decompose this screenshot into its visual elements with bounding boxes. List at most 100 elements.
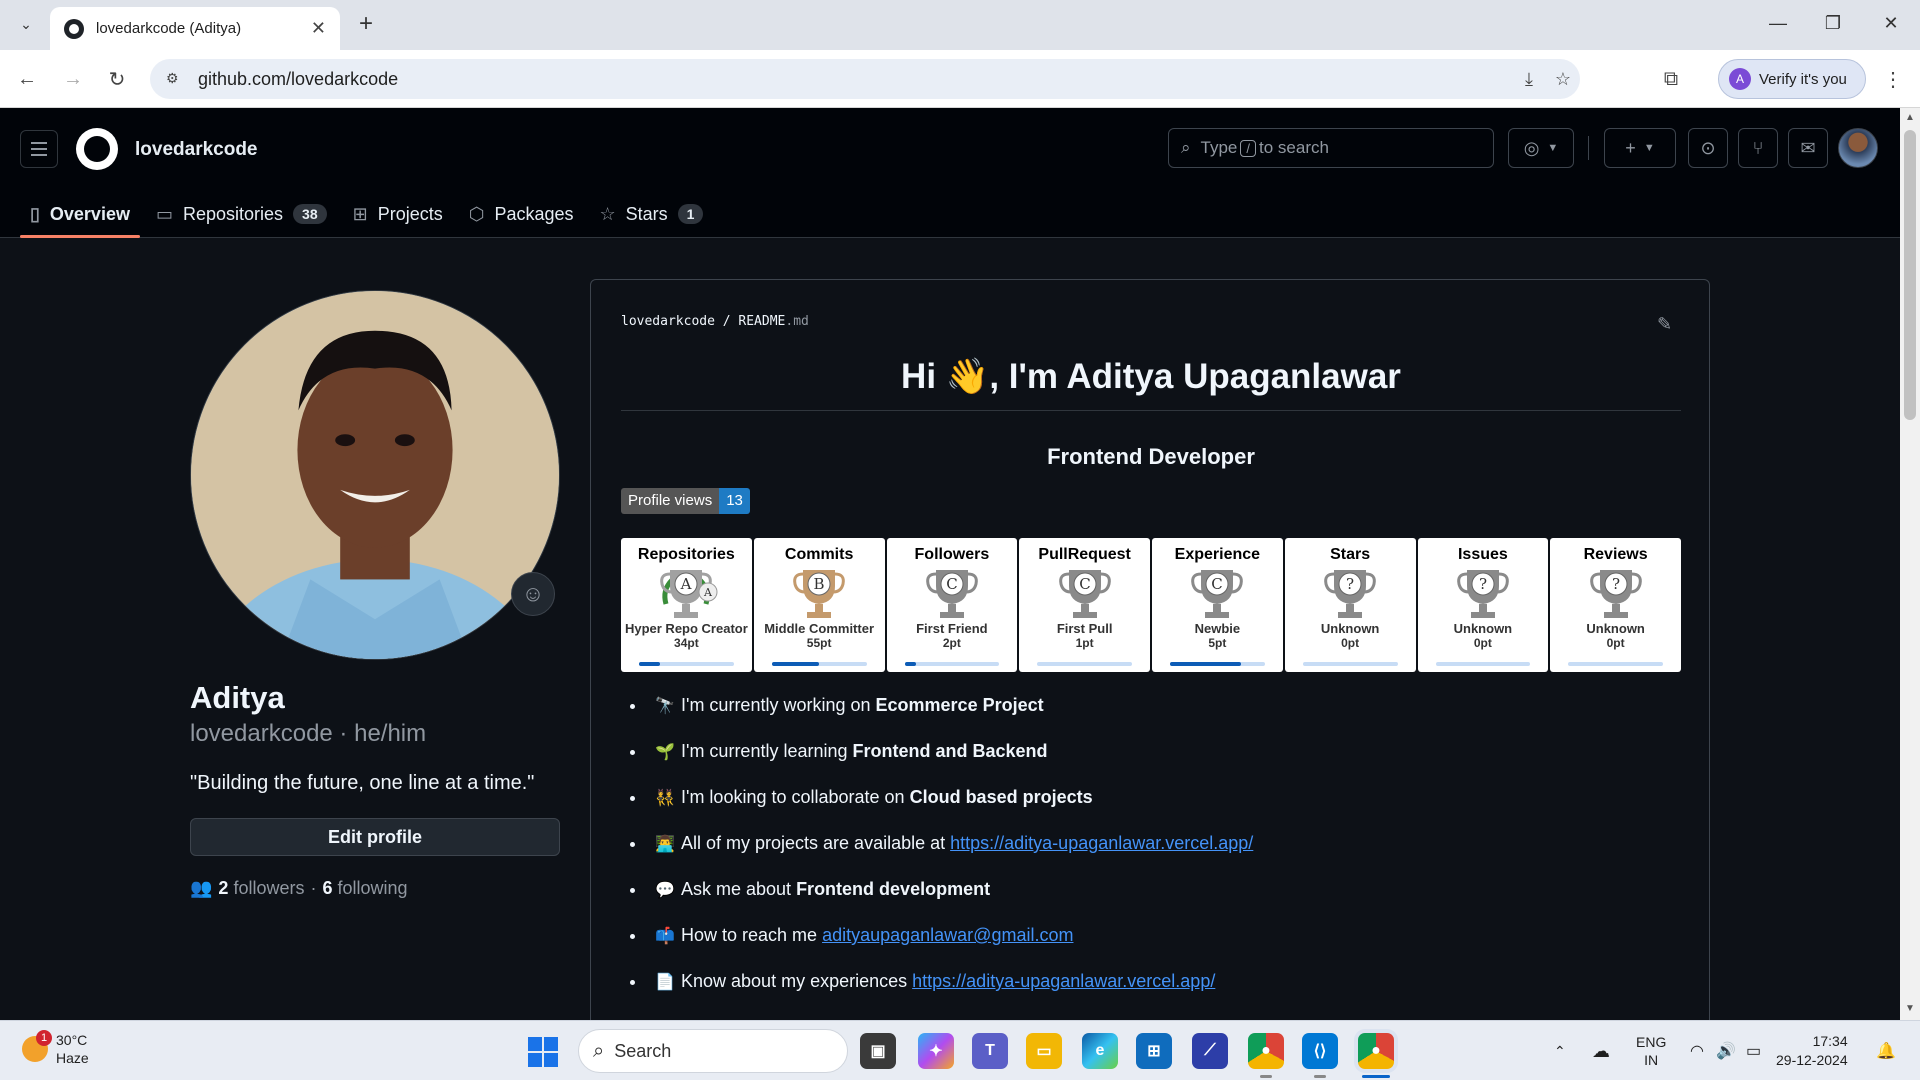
windows-taskbar: 1 30°C Haze ⌕ Search ▣ ✦ T ▭ e ⊞ ⟋ ● ⟨⟩ …	[0, 1020, 1920, 1080]
tab-search-icon[interactable]: ⌄	[12, 10, 40, 38]
tab-packages[interactable]: ⬡ Packages	[459, 190, 584, 238]
profile-login: lovedarkcode · he/him	[190, 720, 427, 747]
table-icon: ⊞	[352, 203, 368, 224]
readme-ext: .md	[785, 314, 809, 329]
trophy-card: Commits B Middle Committer 55pt	[753, 538, 885, 672]
issues-icon[interactable]: ⊙	[1688, 128, 1728, 168]
repositories-count: 38	[293, 204, 327, 224]
extensions-icon[interactable]: ⧉	[1656, 64, 1686, 94]
readme-owner-link[interactable]: lovedarkcode	[621, 314, 715, 329]
scroll-down-icon[interactable]: ▼	[1905, 1003, 1915, 1014]
chrome-icon[interactable]: ●	[1248, 1033, 1284, 1069]
tab-label: Repositories	[182, 203, 284, 224]
github-favicon-icon	[64, 18, 84, 39]
trophy-rank-letter: ?	[1346, 575, 1354, 593]
site-info-icon[interactable]: ⚙	[166, 70, 184, 88]
list-highlight: Frontend development	[796, 879, 991, 899]
github-header: lovedarkcode ⌕ Type / to search ◎ ▼ + ▼ ⊙ ⑂ …	[0, 108, 1900, 238]
list-link[interactable]: https://aditya-upaganlawar.vercel.app/	[912, 971, 1215, 991]
copilot-app-icon[interactable]: ✦	[918, 1033, 954, 1069]
minimize-icon[interactable]: —	[1763, 8, 1793, 38]
restore-icon[interactable]: ❐	[1818, 8, 1848, 38]
close-tab-icon[interactable]: ✕	[311, 18, 326, 39]
trophy-rank: Hyper Repo Creator	[624, 621, 748, 636]
back-icon[interactable]: ←	[12, 64, 42, 94]
weather-widget[interactable]: 1 30°C Haze	[22, 1030, 89, 1067]
header-username[interactable]: lovedarkcode	[135, 139, 258, 161]
tab-projects[interactable]: ⊞ Projects	[343, 190, 453, 238]
readme-list-item: 👨‍💻 All of my projects are available at h…	[647, 832, 1253, 878]
edit-profile-button[interactable]: Edit profile	[190, 818, 560, 856]
store-icon[interactable]: ⊞	[1136, 1033, 1172, 1069]
tab-overview[interactable]: ▯ Overview	[20, 190, 140, 238]
teams-icon[interactable]: T	[972, 1033, 1008, 1069]
power-automate-icon[interactable]: ⟋	[1192, 1033, 1228, 1069]
wifi-icon[interactable]: ◠	[1690, 1021, 1704, 1080]
pull-requests-icon[interactable]: ⑂	[1738, 128, 1778, 168]
clock-time: 17:34	[1812, 1033, 1848, 1049]
create-new-button[interactable]: + ▼	[1604, 128, 1676, 168]
verify-profile-button[interactable]: A Verify it's you	[1718, 59, 1866, 99]
browser-tab[interactable]: lovedarkcode (Aditya) ✕	[50, 7, 340, 50]
battery-icon[interactable]: ▭	[1746, 1021, 1761, 1080]
file-explorer-icon[interactable]: ▭	[1026, 1033, 1062, 1069]
trophy-cup-icon: C	[1191, 570, 1244, 618]
copilot-icon: ◎	[1523, 137, 1540, 158]
list-emoji-icon: 📫	[655, 928, 675, 945]
reload-icon[interactable]: ↻	[102, 64, 132, 94]
inbox-icon[interactable]: ✉	[1788, 128, 1828, 168]
trophy-title: Stars	[1330, 546, 1371, 563]
following-link[interactable]: 6 following	[322, 878, 407, 899]
clock[interactable]: 17:34 29-12-2024	[1776, 1032, 1848, 1070]
notification-bell-icon[interactable]: 🔔	[1876, 1021, 1896, 1080]
hamburger-menu-icon[interactable]	[20, 130, 58, 168]
profile-views-badge: Profile views 13	[621, 488, 750, 514]
task-view-icon[interactable]: ▣	[860, 1033, 896, 1069]
clock-date: 29-12-2024	[1776, 1052, 1848, 1068]
show-hidden-icons[interactable]: ⌃	[1554, 1021, 1566, 1080]
close-window-icon[interactable]: ✕	[1876, 8, 1906, 38]
scrollbar-thumb[interactable]	[1904, 130, 1916, 420]
edit-readme-pencil-icon[interactable]: ✎	[1657, 314, 1672, 335]
tab-repositories[interactable]: ▭ Repositories 38	[146, 190, 337, 238]
badge-label: Profile views	[621, 488, 720, 514]
followers-link[interactable]: 2 followers	[218, 878, 304, 899]
trophy-card: PullRequest C First Pull 1pt	[1019, 538, 1150, 672]
user-avatar[interactable]	[1838, 128, 1878, 168]
windows-start-icon[interactable]	[528, 1037, 558, 1067]
onedrive-icon[interactable]: ☁	[1592, 1021, 1610, 1080]
list-link[interactable]: adityaupaganlawar@gmail.com	[822, 925, 1073, 945]
language-indicator[interactable]: ENG IN	[1636, 1021, 1666, 1080]
set-status-icon[interactable]: ☺	[511, 572, 555, 616]
vscode-icon[interactable]: ⟨⟩	[1302, 1033, 1338, 1069]
trophy-rank-letter: C	[1212, 575, 1223, 593]
taskbar-search-label: Search	[614, 1040, 672, 1061]
address-bar[interactable]: ⚙ github.com/lovedarkcode ⤓ ☆	[150, 59, 1580, 99]
search-input[interactable]: ⌕ Type / to search	[1168, 128, 1494, 168]
install-app-icon[interactable]: ⤓	[1512, 69, 1546, 90]
browser-menu-icon[interactable]: ⋮	[1878, 64, 1908, 94]
trophy-progress-fill	[771, 662, 820, 666]
tab-stars[interactable]: ☆ Stars 1	[590, 190, 714, 238]
page-scrollbar[interactable]: ▲ ▼	[1900, 108, 1920, 1020]
tab-label: Stars	[625, 203, 668, 224]
copilot-button[interactable]: ◎ ▼	[1508, 128, 1574, 168]
forward-icon[interactable]: →	[58, 64, 88, 94]
volume-icon[interactable]: 🔊	[1716, 1021, 1736, 1080]
star-icon: ☆	[599, 203, 616, 224]
new-tab-button[interactable]: +	[352, 10, 380, 38]
trophy-cup-icon: C	[1058, 570, 1111, 618]
edge-icon[interactable]: e	[1082, 1033, 1118, 1069]
trophy-cup-icon: ?	[1457, 570, 1509, 618]
chrome-profile-icon[interactable]: ●	[1358, 1033, 1394, 1069]
github-logo-icon[interactable]	[76, 128, 118, 170]
trophy-progress-bar	[1302, 662, 1398, 666]
taskbar-search[interactable]: ⌕ Search	[578, 1029, 848, 1073]
list-link[interactable]: https://aditya-upaganlawar.vercel.app/	[950, 833, 1253, 853]
chevron-down-icon: ▼	[1547, 142, 1559, 154]
trophy-rank-letter: C	[1079, 575, 1090, 593]
bookmark-star-icon[interactable]: ☆	[1546, 69, 1580, 90]
scroll-up-icon[interactable]: ▲	[1905, 112, 1915, 123]
trophy-title: Reviews	[1583, 546, 1648, 563]
profile-avatar[interactable]	[190, 290, 560, 660]
